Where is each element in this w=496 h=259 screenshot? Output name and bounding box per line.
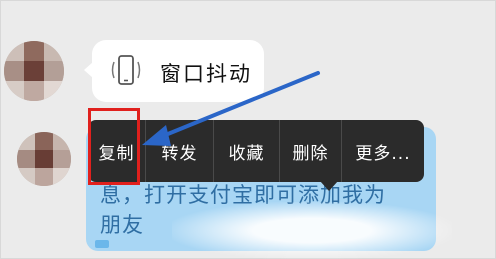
watermark-glare [172,202,452,259]
phone-shake-icon [111,55,141,85]
message-text-line: 朋友 [100,213,144,237]
menu-item-favorite[interactable]: 收藏 [214,120,280,182]
message-text: 窗口抖动 [160,62,252,86]
message-tail-mark [95,240,109,248]
menu-item-delete[interactable]: 删除 [280,120,342,182]
annotation-highlight-box [88,108,140,185]
window-shake-message[interactable]: 窗口抖动 [84,40,264,102]
menu-item-forward[interactable]: 转发 [146,120,214,182]
contact-avatar[interactable] [17,132,71,186]
menu-item-more[interactable]: 更多... [342,120,424,182]
contact-avatar[interactable] [4,41,64,101]
